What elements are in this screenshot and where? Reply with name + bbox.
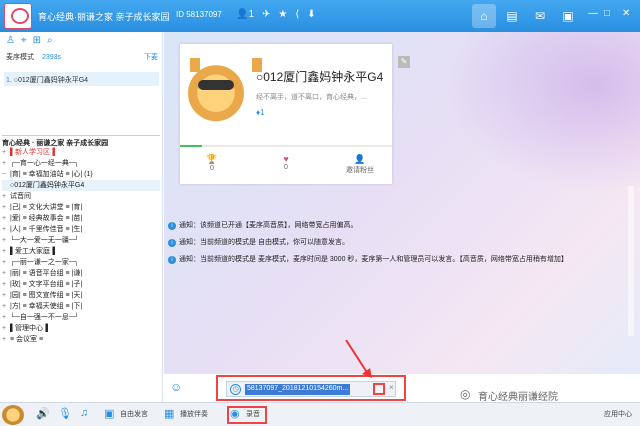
mode-row: 麦序模式 2393s 下麦 bbox=[6, 52, 158, 62]
main-area: ○012厦门鑫妈钟永平G4 经不离手，道不离口，育心经典，... ♦1 🏆 0 … bbox=[164, 32, 640, 402]
wechat-icon: ◎ bbox=[460, 387, 471, 401]
skin-icon[interactable]: ▣ bbox=[556, 4, 580, 28]
tree-row[interactable]: + |己| ≡ 文化大讲堂 ≡ |育| bbox=[2, 202, 160, 213]
mic-icon[interactable]: 🎙 bbox=[58, 407, 72, 420]
room-id: ID 58137097 bbox=[176, 10, 222, 19]
down-mic-button[interactable]: 下麦 bbox=[144, 52, 158, 62]
notice-item: i 通知：当前频道的模式是 麦序模式，麦序时间是 3000 秒，麦序第一人和管理员… bbox=[168, 254, 568, 264]
level-badge: ♦1 bbox=[256, 108, 265, 117]
trophy-icon: 🏆 bbox=[206, 154, 218, 164]
notice-area: i 通知：该频道已开通【麦序高音质】，网络带宽占用偏高。 i 通知：当前频道的模式是… bbox=[164, 212, 640, 352]
tree-row[interactable]: + |爱| ≡ 经典故事会 ≡ |苗| bbox=[2, 213, 160, 224]
tree-row-user[interactable]: ○012厦门鑫妈钟永平G4 bbox=[2, 180, 160, 191]
queue-number: 1. bbox=[6, 77, 12, 84]
add-icon[interactable]: ⊞ bbox=[33, 35, 41, 47]
watermark: 育心经典丽谦经院 bbox=[478, 392, 558, 403]
location-icon[interactable]: ⌖ bbox=[21, 35, 27, 47]
left-toolbar: ♙ ⌖ ⊞ ⌕ bbox=[0, 32, 162, 50]
tree-row[interactable]: + |方| ≡ 幸福天使组 ≡ |下| bbox=[2, 301, 160, 312]
room-title: 育心经典·丽谦之家 亲子成长家园 bbox=[38, 12, 170, 22]
notice-item: i 通知：当前频道的模式是 自由模式，你可以随意发言。 bbox=[168, 237, 349, 247]
app-center-button[interactable]: 应用中心 bbox=[604, 409, 632, 419]
play-music-button[interactable]: 播放伴奏 bbox=[180, 409, 208, 419]
free-speech-button[interactable]: 自由发言 bbox=[120, 409, 148, 419]
title-toolbar: 👤1 ✈ ★ ⟨ ⬇ bbox=[236, 9, 316, 20]
record-button[interactable]: 录音 bbox=[246, 409, 260, 419]
message-icon[interactable]: ✉ bbox=[528, 4, 552, 28]
scrollbar[interactable] bbox=[628, 186, 634, 336]
channel-tree-header[interactable]: 育心经典 · 丽谦之家 亲子成长家园 bbox=[2, 135, 160, 147]
record-path-highlight: ◷ 58137097_20181210154260m... × bbox=[216, 375, 406, 401]
speaker-icon[interactable]: 🔊 bbox=[36, 407, 50, 420]
bottom-toolbar: 🔊 🎙 ♫ ▣ 自由发言 ▦ 播放伴奏 ◉ 录音 应用中心 bbox=[0, 402, 640, 426]
avatar[interactable] bbox=[186, 58, 262, 122]
invite-icon: 👤 bbox=[354, 154, 366, 164]
home-icon[interactable]: ⌂ bbox=[472, 4, 496, 28]
trophy-stat[interactable]: 🏆 0 bbox=[182, 154, 242, 172]
list-icon[interactable]: ▤ bbox=[500, 4, 524, 28]
maximize-icon[interactable]: □ bbox=[604, 8, 610, 19]
queue-item[interactable]: 1. ○012厦门鑫妈钟永平G4 bbox=[4, 72, 159, 86]
record-path-field[interactable]: ◷ 58137097_20181210154260m... × bbox=[226, 381, 396, 397]
emoji-icon[interactable]: ☺ bbox=[170, 380, 182, 394]
mode-count: 2393s bbox=[41, 54, 62, 61]
user-icon[interactable]: 👤1 bbox=[236, 9, 254, 20]
tree-row[interactable]: + |人| ≡ 千里传佳音 ≡ |生| bbox=[2, 224, 160, 235]
plane-icon[interactable]: ✈ bbox=[262, 9, 270, 20]
heart-icon: ♥ bbox=[283, 154, 289, 164]
record-icon: ◉ bbox=[230, 408, 240, 420]
tree-row[interactable]: + |丽| ≡ 语音平台组 ≡ |谦| bbox=[2, 268, 160, 279]
channel-tree: 育心经典 · 丽谦之家 亲子成长家园 + ▌新人学习区▐ + ┌─育一心一经一典─┐… bbox=[2, 135, 160, 345]
tree-row[interactable]: + ▌管理中心▐ bbox=[2, 323, 160, 334]
tree-row[interactable]: + ≡ 会议室 ≡ bbox=[2, 334, 160, 345]
tree-row[interactable]: + ▌新人学习区▐ bbox=[2, 147, 160, 158]
user-profile-card: ○012厦门鑫妈钟永平G4 经不离手，道不离口，育心经典，... ♦1 🏆 0 … bbox=[180, 44, 392, 184]
free-speech-icon: ▣ bbox=[104, 408, 115, 420]
info-icon: i bbox=[168, 256, 176, 264]
arrow-annotation bbox=[345, 340, 372, 378]
tree-row[interactable]: + ┌─丽一谦一之一家─┐ bbox=[2, 257, 160, 268]
title-bar: 育心经典·丽谦之家 亲子成长家园 ID 58137097 👤1 ✈ ★ ⟨ ⬇ … bbox=[0, 0, 640, 32]
tree-row[interactable]: + ▌爱工大家庭▐ bbox=[2, 246, 160, 257]
queue-name: ○012厦门鑫妈钟永平G4 bbox=[13, 77, 89, 84]
tree-row[interactable]: + |玫| ≡ 文字平台组 ≡ |子| bbox=[2, 279, 160, 290]
mode-label: 麦序模式 bbox=[6, 54, 34, 61]
search-icon[interactable]: ⌕ bbox=[47, 35, 53, 47]
tree-row[interactable]: + |园| ≡ 图文宣传组 ≡ |天| bbox=[2, 290, 160, 301]
invite-fans-button[interactable]: 👤 邀请粉丝 bbox=[330, 154, 390, 175]
info-icon: i bbox=[168, 222, 176, 230]
file-name: 58137097_20181210154260m... bbox=[245, 384, 351, 395]
share-icon[interactable]: ⟨ bbox=[295, 9, 299, 20]
info-icon: i bbox=[168, 239, 176, 247]
nickname: ○012厦门鑫妈钟永平G4 bbox=[256, 70, 384, 84]
progress-bar bbox=[180, 145, 392, 147]
avatar[interactable] bbox=[2, 405, 24, 425]
signature: 经不离手，道不离口，育心经典，... bbox=[256, 94, 367, 101]
record-icon: ◷ bbox=[230, 384, 241, 395]
background-decoration bbox=[420, 32, 640, 212]
heart-stat[interactable]: ♥ 0 bbox=[256, 154, 316, 171]
tree-row[interactable]: − |育| ≡ 幸福加油站 ≡ |心| (1) bbox=[2, 169, 160, 180]
edit-icon[interactable]: ✎ bbox=[398, 56, 410, 68]
close-icon[interactable]: ✕ bbox=[622, 8, 630, 19]
user-list-icon[interactable]: ♙ bbox=[6, 35, 15, 47]
browse-folder-button[interactable] bbox=[373, 383, 385, 395]
close-icon[interactable]: × bbox=[389, 383, 394, 392]
tree-row[interactable]: + └─自一强一不一息─┘ bbox=[2, 312, 160, 323]
channel-panel: ♙ ⌖ ⊞ ⌕ 麦序模式 2393s 下麦 1. ○012厦门鑫妈钟永平G4 育… bbox=[0, 32, 163, 402]
play-music-icon: ▦ bbox=[164, 408, 175, 420]
music-icon[interactable]: ♫ bbox=[80, 407, 88, 419]
app-logo bbox=[4, 3, 32, 29]
input-bar: ☺ ◷ 58137097_20181210154260m... × bbox=[164, 374, 640, 402]
notice-item: i 通知：该频道已开通【麦序高音质】，网络带宽占用偏高。 bbox=[168, 220, 358, 230]
tree-row[interactable]: + ┌─育一心一经一典─┐ bbox=[2, 158, 160, 169]
tree-row[interactable]: + 试音间 bbox=[2, 191, 160, 202]
tree-row[interactable]: + └─大一爱一无一疆─┘ bbox=[2, 235, 160, 246]
minimize-icon[interactable]: — bbox=[588, 8, 598, 19]
download-icon[interactable]: ⬇ bbox=[307, 9, 315, 20]
star-icon[interactable]: ★ bbox=[278, 9, 287, 20]
